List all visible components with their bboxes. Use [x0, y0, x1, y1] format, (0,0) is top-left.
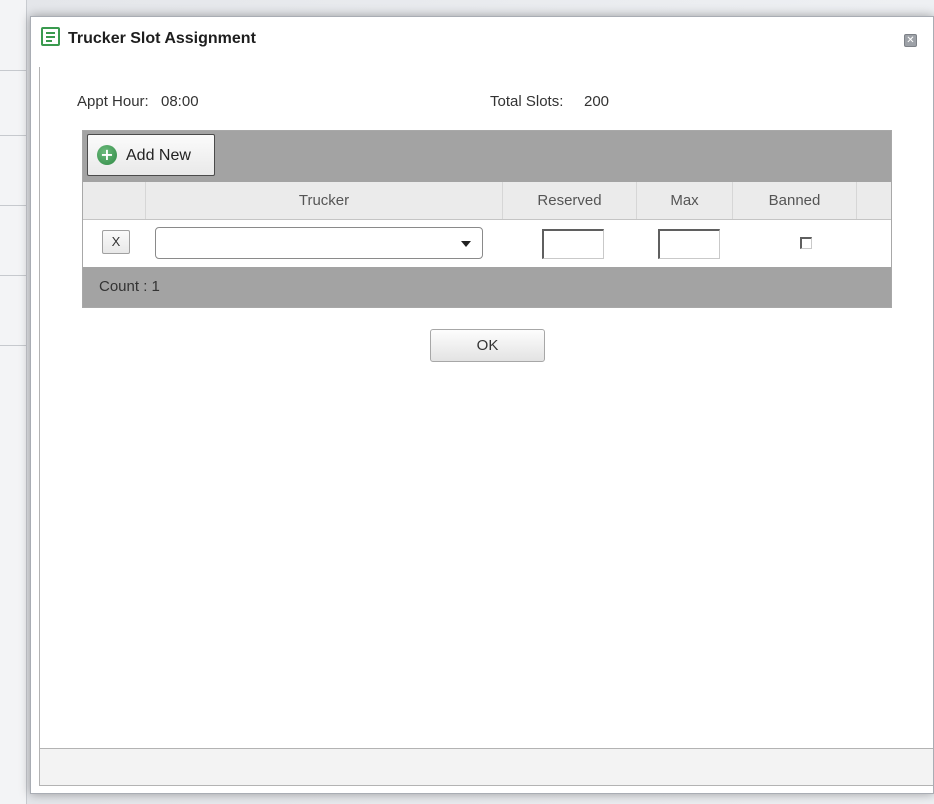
dialog-title: Trucker Slot Assignment	[68, 30, 256, 47]
dialog-titlebar[interactable]: Trucker Slot Assignment ✕	[31, 17, 933, 67]
background-divider	[0, 135, 26, 136]
banned-checkbox[interactable]	[800, 237, 812, 249]
table-row: X	[83, 220, 891, 267]
background-divider	[0, 205, 26, 206]
column-header-actions	[83, 182, 146, 219]
dialog-body-border	[39, 67, 40, 748]
grid-header: Trucker Reserved Max Banned	[83, 182, 891, 220]
appt-hour-value: 08:00	[161, 93, 199, 110]
trucker-grid: + Add New Trucker Reserved Max Banned X …	[82, 130, 892, 308]
dialog-footer	[39, 748, 933, 786]
max-input[interactable]	[658, 229, 720, 259]
add-new-label: Add New	[126, 147, 191, 164]
add-new-button[interactable]: + Add New	[87, 134, 215, 176]
column-header-max[interactable]: Max	[637, 182, 733, 219]
close-icon: ✕	[906, 35, 915, 46]
add-circle-icon: +	[97, 145, 117, 165]
total-slots-value: 200	[584, 93, 610, 110]
ok-button[interactable]: OK	[430, 329, 545, 362]
background-side-panel	[0, 0, 27, 804]
background-divider	[0, 275, 26, 276]
form-list-icon	[41, 27, 60, 46]
appt-hour-label: Appt Hour:	[77, 93, 149, 110]
grid-toolbar: + Add New	[83, 131, 891, 182]
delete-row-button[interactable]: X	[102, 230, 130, 254]
background-divider	[0, 345, 26, 346]
total-slots-label: Total Slots:	[490, 93, 564, 110]
row-count: Count : 1	[99, 278, 160, 295]
close-button[interactable]: ✕	[904, 34, 917, 47]
trucker-slot-dialog: Trucker Slot Assignment ✕ Appt Hour: 08:…	[30, 16, 934, 794]
background-divider	[0, 70, 26, 71]
column-header-filler	[857, 182, 891, 219]
grid-footer: Count : 1	[83, 267, 891, 307]
reserved-input[interactable]	[542, 229, 604, 259]
chevron-down-icon	[461, 241, 471, 247]
column-header-reserved[interactable]: Reserved	[503, 182, 637, 219]
trucker-dropdown[interactable]	[155, 227, 483, 259]
column-header-banned[interactable]: Banned	[733, 182, 857, 219]
column-header-trucker[interactable]: Trucker	[146, 182, 503, 219]
